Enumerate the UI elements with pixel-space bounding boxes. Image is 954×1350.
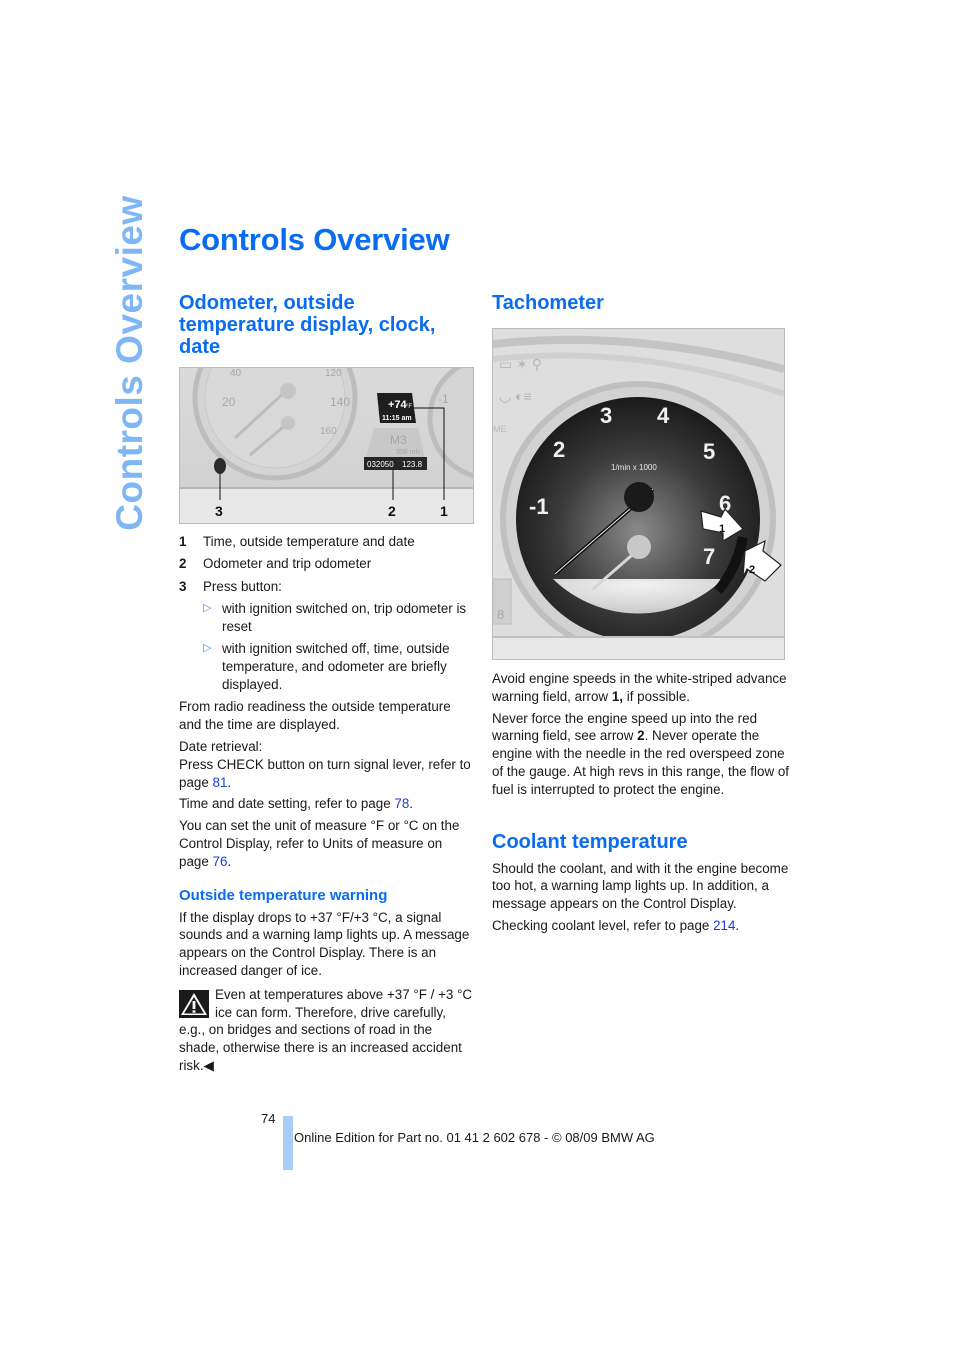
tachometer-figure: ▭ ✶ ⚲ ◡ ◐≡ ME 8 -1 2 3 4 5 6 7 1/min x 1… [492,328,785,660]
bullet-triangle-icon: ▷ [203,602,212,615]
paragraph: Avoid engine speeds in the white-striped… [492,671,787,704]
side-chapter-label: Controls Overview [109,195,150,531]
display-model: M3 [390,433,407,447]
paragraph: Should the coolant, and with it the engi… [492,860,789,912]
svg-text:▭ ✶ ⚲: ▭ ✶ ⚲ [499,356,542,372]
legend-text: Time, outside temperature and date [203,534,415,549]
paragraph: Time and date setting, refer to page 78. [179,796,414,812]
display-odometer: 032050 [367,460,394,469]
page-title: Controls Overview [179,222,450,257]
gauge-label: 160 [320,426,337,437]
page-link-81[interactable]: 81 [213,775,228,790]
section-heading-odometer: Odometer, outside temperature display, c… [179,292,436,358]
gauge-label: 120 [325,368,342,379]
tick-label: 2 [553,437,565,462]
scale-label: 1/min x 1000 [611,463,657,472]
callout-2: 2 [388,503,396,519]
left-column: Odometer, outside temperature display, c… [179,292,475,1075]
warning-triangle-icon [179,989,209,1018]
display-trip: 123.8 [402,460,423,469]
svg-text:ME: ME [493,424,507,434]
legend-text: Press button: [203,578,282,594]
legend-item: 1 Time, outside temperature and date [179,533,475,551]
bullet-item: ▷ with ignition switched on, trip odomet… [203,600,475,636]
footer-edition-text: Online Edition for Part no. 01 41 2 602 … [294,1130,655,1145]
section-heading-tachometer: Tachometer [492,292,604,314]
paragraph: You can set the unit of measure °F or °C… [179,818,460,869]
caution-text: Even at temperatures above +37 °F / +3 °… [179,986,473,1073]
page-number: 74 [261,1111,276,1126]
gauge-label: 20 [222,395,236,409]
paragraph: Never force the engine speed up into the… [492,710,790,797]
tick-label: 4 [657,403,670,428]
display-time: 11:15 am [382,415,412,422]
display-range: 358 mls [396,449,421,456]
cluster-illustration: 20 40 120 140 160 -1 +74 °F 11:15 am M3 … [180,368,473,523]
instrument-cluster-figure: 20 40 120 140 160 -1 +74 °F 11:15 am M3 … [179,367,474,524]
section-heading-coolant: Coolant temperature [492,830,688,853]
legend-number: 3 [179,578,187,594]
callout-1: 1 [440,503,448,519]
callout-3: 3 [215,503,223,519]
svg-text:8: 8 [497,607,504,622]
tick-label: 7 [703,544,715,569]
paragraph: Date retrieval: Press CHECK button on tu… [179,738,471,790]
legend-text: Odometer and trip odometer [203,556,372,572]
arrow-label-2: 2 [749,564,755,576]
page-link-214[interactable]: 214 [713,918,735,933]
end-mark-icon: ◀ [203,1057,214,1073]
svg-text:°F: °F [406,404,412,410]
arrow-label-1: 1 [719,523,725,535]
legend-number: 2 [179,556,187,572]
legend-number: 1 [179,534,187,549]
bullet-text: with ignition switched off, time, outsid… [222,641,450,692]
date-retrieval-label: Date retrieval: [179,738,263,754]
tachometer-illustration: ▭ ✶ ⚲ ◡ ◐≡ ME 8 -1 2 3 4 5 6 7 1/min x 1… [493,329,784,659]
figure-legend: 1 Time, outside temperature and date 2 O… [179,533,475,694]
tick-label: 5 [703,439,715,464]
paragraph: Checking coolant level, refer to page 21… [492,917,740,933]
subheading-temperature-warning: Outside temperature warning [179,886,388,904]
right-column: Tachometer ▭ ✶ ⚲ ◡ ◐≡ ME 8 -1 2 3 4 5 6 … [492,292,792,939]
caution-note: Even at temperatures above +37 °F / +3 °… [179,986,475,1075]
bullet-text: with ignition switched on, trip odometer… [222,601,467,634]
gauge-label: 40 [230,368,242,379]
page-link-76[interactable]: 76 [213,854,228,869]
paragraph: From radio readiness the outside tempera… [179,699,451,733]
bullet-item: ▷ with ignition switched off, time, outs… [203,640,475,693]
display-temperature: +74 [388,399,408,411]
tick-label: -1 [529,494,549,519]
paragraph: If the display drops to +37 °F/+3 °C, a … [179,909,470,978]
page-link-78[interactable]: 78 [394,796,409,811]
gauge-label: 140 [330,395,350,409]
gauge-label: -1 [438,392,449,406]
svg-text:◡ ◐≡: ◡ ◐≡ [499,388,532,404]
footer-accent-bar [283,1116,293,1170]
reset-button-knob [214,458,226,474]
legend-item: 2 Odometer and trip odometer [179,555,475,573]
tick-label: 3 [600,403,612,428]
legend-item: 3 Press button: [179,578,475,596]
side-chapter-tab: Controls Overview [108,195,152,530]
bullet-triangle-icon: ▷ [203,642,212,655]
